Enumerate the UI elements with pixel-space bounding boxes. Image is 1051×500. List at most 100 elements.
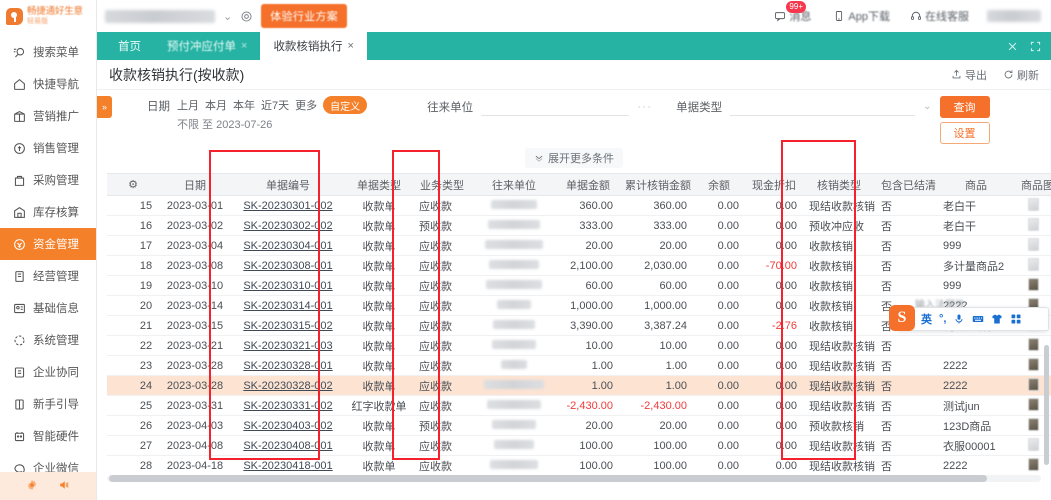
row-doc-no[interactable]: SK-20230408-001 (231, 435, 345, 456)
sidebar-item-guide[interactable]: 新手引导 (0, 388, 96, 420)
row-checkbox-cell[interactable] (107, 315, 133, 336)
row-checkbox-cell[interactable] (107, 395, 133, 416)
industry-solution-button[interactable]: 体验行业方案 (261, 4, 348, 28)
mic-icon[interactable] (953, 313, 965, 325)
collapse-chevron-icon[interactable]: » (97, 96, 112, 118)
online-support-button[interactable]: 在线客服 (910, 8, 969, 24)
col-doc-amount[interactable]: 单据金额 (557, 173, 619, 196)
global-search-input[interactable] (105, 9, 215, 23)
sidebar-item-marketing[interactable]: 营销推广 (0, 100, 96, 132)
row-doc-no[interactable]: SK-20230314-001 (231, 295, 345, 316)
ime-punctuation-label[interactable]: °, (939, 313, 946, 325)
row-doc-no[interactable]: SK-20230403-002 (231, 415, 345, 436)
gear-icon[interactable] (26, 479, 38, 494)
col-doc-type[interactable]: 单据类型 (345, 173, 413, 196)
tab-home[interactable]: 首页 (105, 32, 154, 60)
doc-type-select[interactable] (730, 96, 916, 116)
table-row[interactable]: 15 2023-03-01 SK-20230301-002 收款单 应收款 360.00 3… (107, 195, 1051, 216)
table-row[interactable]: 24 2023-03-28 SK-20230328-002 收款单 应收款 1.00 1.0… (107, 375, 1051, 396)
sidebar-item-collaboration[interactable]: 企业协同 (0, 356, 96, 388)
col-total-offset[interactable]: 累计核销金额 (619, 173, 693, 196)
row-goods-image[interactable] (1015, 275, 1051, 296)
col-doc-no[interactable]: 单据编号 (231, 173, 345, 196)
sidebar-item-basic-info[interactable]: 基础信息 (0, 292, 96, 324)
app-logo[interactable]: 畅捷通好生意 轻易版 (0, 0, 96, 32)
table-row[interactable]: 22 2023-03-21 SK-20230321-003 收款单 应收款 10.00 10… (107, 335, 1051, 356)
column-settings-header[interactable]: ⚙ (107, 173, 159, 196)
col-biz-type[interactable]: 业务类型 (413, 173, 471, 196)
chevron-down-icon[interactable]: ⌄ (923, 101, 931, 112)
sidebar-item-operations[interactable]: 经营管理 (0, 260, 96, 292)
row-checkbox-cell[interactable] (107, 415, 133, 436)
row-goods-image[interactable] (1015, 235, 1051, 256)
quick-range-last-month[interactable]: 上月 (177, 97, 199, 113)
table-row[interactable]: 23 2023-03-28 SK-20230328-001 收款单 应收款 1.00 1.0… (107, 355, 1051, 376)
quick-range-more[interactable]: 更多 (295, 97, 317, 113)
col-goods-image[interactable]: 商品图 (1015, 173, 1051, 196)
messages-button[interactable]: 消息 99+ (774, 1, 811, 24)
sidebar-item-system[interactable]: 系统管理 (0, 324, 96, 356)
row-doc-no[interactable]: SK-20230302-002 (231, 215, 345, 236)
sidebar-item-sales[interactable]: 销售管理 (0, 132, 96, 164)
skin-icon[interactable] (991, 313, 1003, 325)
col-date[interactable]: 日期 (159, 173, 231, 196)
app-download-button[interactable]: App下载 (833, 8, 890, 24)
table-row[interactable]: 17 2023-03-04 SK-20230304-001 收款单 应收款 20.00 20… (107, 235, 1051, 256)
export-button[interactable]: 导出 (951, 67, 987, 83)
partner-input[interactable] (481, 96, 630, 116)
col-cash-discount[interactable]: 现金折扣 (745, 173, 803, 196)
table-row[interactable]: 25 2023-03-31 SK-20230331-002 红字收款单 应收款 -2,43… (107, 395, 1051, 416)
table-row[interactable]: 18 2023-03-08 SK-20230308-001 收款单 应收款 2,100.0… (107, 255, 1051, 276)
close-icon[interactable] (1007, 41, 1018, 52)
table-row[interactable]: 26 2023-04-03 SK-20230403-002 收款单 预收款 20.00 20… (107, 415, 1051, 436)
row-doc-no[interactable]: SK-20230418-001 (231, 455, 345, 473)
row-checkbox-cell[interactable] (107, 195, 133, 216)
chevron-down-icon[interactable]: ⌄ (223, 10, 232, 23)
table-row[interactable]: 28 2023-04-18 SK-20230418-001 收款单 应收款 100.00 1… (107, 455, 1051, 473)
row-doc-no[interactable]: SK-20230315-002 (231, 315, 345, 336)
row-doc-no[interactable]: SK-20230328-002 (231, 375, 345, 396)
expand-more-conditions-button[interactable]: 展开更多条件 (525, 148, 623, 168)
row-doc-no[interactable]: SK-20230321-003 (231, 335, 345, 356)
ime-toolbar[interactable]: S 英 °, (889, 305, 1049, 331)
keyboard-icon[interactable] (972, 313, 984, 325)
settings-button[interactable]: 设置 (939, 122, 990, 144)
table-row[interactable]: 27 2023-04-08 SK-20230408-001 收款单 应收款 100.00 1… (107, 435, 1051, 456)
row-goods-image[interactable] (1015, 255, 1051, 276)
row-goods-image[interactable] (1015, 215, 1051, 236)
sidebar-item-smart-hardware[interactable]: 智能硬件 (0, 420, 96, 452)
column-settings-icon[interactable]: ⚙ (128, 179, 138, 191)
row-doc-no[interactable]: SK-20230310-001 (231, 275, 345, 296)
tab-receipt-offset-execution[interactable]: 收款核销执行 × (260, 32, 367, 60)
quick-range-this-year[interactable]: 本年 (233, 97, 255, 113)
sidebar-item-quick-nav[interactable]: 快捷导航 (0, 68, 96, 100)
col-include-settled[interactable]: 包含已结清 (875, 173, 937, 196)
row-checkbox-cell[interactable] (107, 375, 133, 396)
sidebar-item-wecom[interactable]: 企业微信 (0, 452, 96, 472)
scrollbar-thumb[interactable] (109, 475, 987, 482)
quick-range-custom[interactable]: 自定义 (323, 96, 368, 114)
table-row[interactable]: 19 2023-03-10 SK-20230310-001 收款单 应收款 60.00 60… (107, 275, 1051, 296)
col-partner[interactable]: 往来单位 (471, 173, 557, 196)
col-goods[interactable]: 商品 (937, 173, 1015, 196)
row-checkbox-cell[interactable] (107, 255, 133, 276)
table-row[interactable]: 16 2023-03-02 SK-20230302-002 收款单 预收款 333.00 3… (107, 215, 1051, 236)
gear-icon[interactable] (240, 10, 253, 23)
row-checkbox-cell[interactable] (107, 275, 133, 296)
row-checkbox-cell[interactable] (107, 235, 133, 256)
row-checkbox-cell[interactable] (107, 335, 133, 356)
row-doc-no[interactable]: SK-20230328-001 (231, 355, 345, 376)
close-icon[interactable]: × (347, 40, 353, 52)
row-doc-no[interactable]: SK-20230331-002 (231, 395, 345, 416)
table-horizontal-scrollbar[interactable] (107, 475, 1041, 482)
apps-icon[interactable] (1010, 313, 1022, 325)
quick-range-last-7-days[interactable]: 近7天 (261, 97, 289, 113)
row-checkbox-cell[interactable] (107, 455, 133, 473)
sidebar-item-search-menu[interactable]: 搜索菜单 (0, 36, 96, 68)
col-balance[interactable]: 余额 (693, 173, 745, 196)
volume-icon[interactable] (58, 479, 70, 494)
row-checkbox-cell[interactable] (107, 215, 133, 236)
query-button[interactable]: 查询 (939, 96, 990, 118)
row-checkbox-cell[interactable] (107, 435, 133, 456)
close-icon[interactable]: × (241, 40, 247, 52)
